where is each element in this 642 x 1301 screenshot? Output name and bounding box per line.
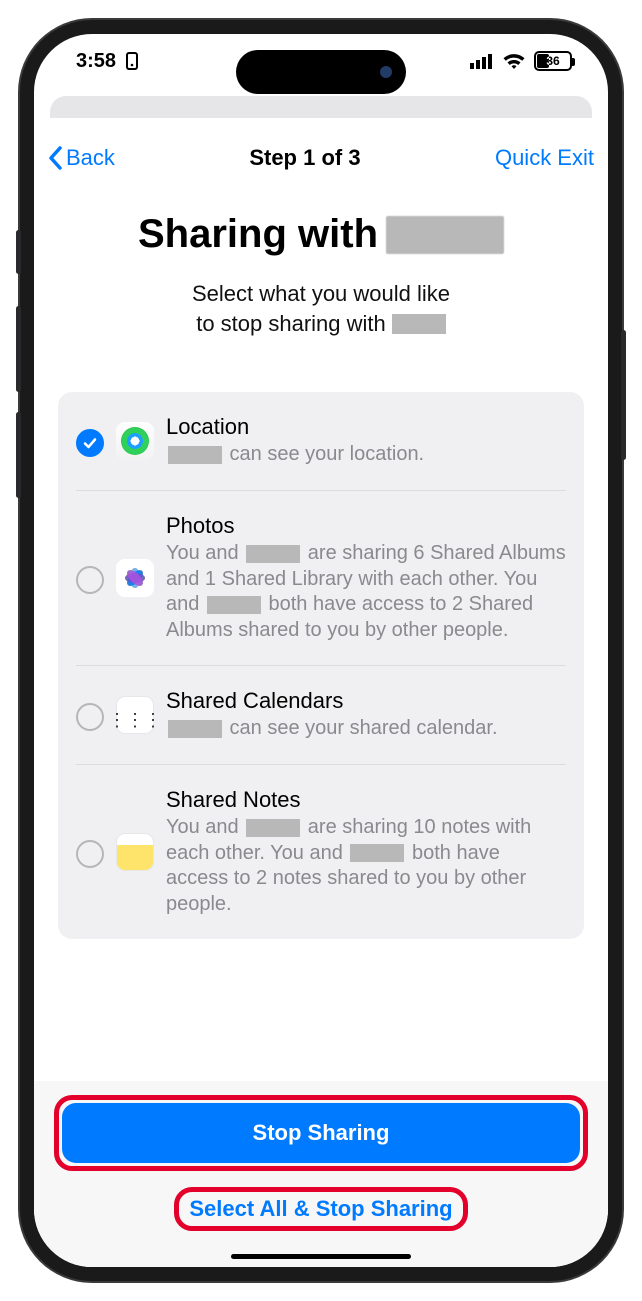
option-title: Photos [166, 513, 566, 539]
cellular-icon [470, 53, 494, 69]
nav-bar: Back Step 1 of 3 Quick Exit [34, 130, 608, 186]
orientation-lock-icon [124, 52, 140, 70]
checkbox-unchecked-icon[interactable] [76, 566, 104, 594]
option-title: Shared Calendars [166, 688, 566, 714]
option-description: can see your location. [166, 442, 566, 468]
wifi-icon [502, 52, 526, 70]
checkbox-checked-icon[interactable] [76, 429, 104, 457]
sharing-options-list: Location can see your location. [58, 392, 584, 939]
checkbox-unchecked-icon[interactable] [76, 840, 104, 868]
option-calendars[interactable]: ⋮⋮⋮ Shared Calendars can see your shared… [76, 665, 566, 764]
annotation-highlight: Stop Sharing [54, 1095, 588, 1171]
back-button[interactable]: Back [48, 145, 115, 171]
quick-exit-button[interactable]: Quick Exit [495, 145, 594, 171]
redacted-name [392, 314, 446, 334]
option-description: can see your shared calendar. [166, 716, 566, 742]
notes-app-icon [116, 833, 154, 871]
option-title: Shared Notes [166, 787, 566, 813]
option-photos[interactable]: Photos You and are sharing 6 Shared Albu… [76, 490, 566, 665]
findmy-app-icon [116, 422, 154, 460]
status-time: 3:58 [76, 50, 116, 73]
chevron-left-icon [48, 146, 64, 170]
battery-icon: 36 [534, 51, 572, 71]
annotation-highlight: Select All & Stop Sharing [174, 1187, 467, 1231]
select-all-stop-sharing-button[interactable]: Select All & Stop Sharing [189, 1196, 452, 1222]
option-title: Location [166, 414, 566, 440]
nav-title: Step 1 of 3 [249, 145, 360, 171]
option-description: You and are sharing 10 notes with each o… [166, 815, 566, 917]
photos-app-icon [116, 559, 154, 597]
page-subtitle: Select what you would like to stop shari… [64, 279, 578, 338]
option-description: You and are sharing 6 Shared Albums and … [166, 541, 566, 643]
page-title: Sharing with [64, 212, 578, 257]
dynamic-island [236, 50, 406, 94]
calendar-app-icon: ⋮⋮⋮ [116, 696, 154, 734]
checkbox-unchecked-icon[interactable] [76, 703, 104, 731]
redacted-name [386, 216, 504, 254]
stop-sharing-button[interactable]: Stop Sharing [62, 1103, 580, 1163]
option-location[interactable]: Location can see your location. [76, 392, 566, 490]
home-indicator[interactable] [231, 1254, 411, 1259]
option-notes[interactable]: Shared Notes You and are sharing 10 note… [76, 764, 566, 939]
